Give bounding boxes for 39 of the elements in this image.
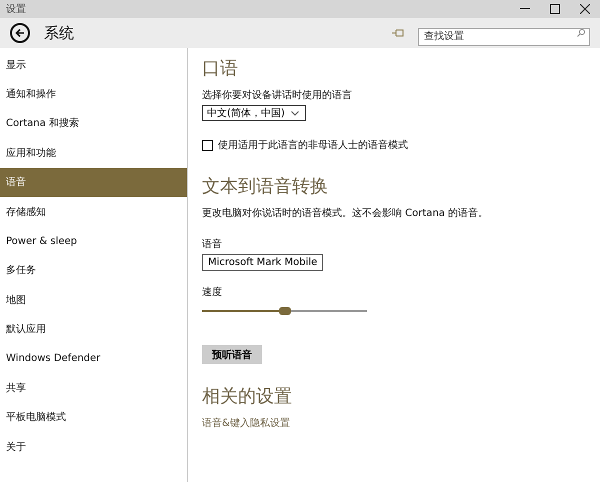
back-arrow-icon [15,28,25,38]
search-field[interactable]: 查找设置 [418,28,590,46]
maximize-icon [550,4,560,14]
minimize-icon [520,8,530,10]
sidebar-item[interactable]: Power & sleep [0,226,187,256]
sidebar-item[interactable]: 语音 [0,168,187,197]
description-text: 更改电脑对你说话时的语音模式。这不会影响 Cortana 的语音。 [202,206,488,220]
privacy-settings-link[interactable]: 语音&键入隐私设置 [202,416,290,430]
section-title: 相关的设置 [202,385,292,408]
sidebar-item[interactable]: 多任务 [0,256,187,286]
sidebar-item[interactable]: 默认应用 [0,314,187,344]
back-button[interactable] [10,23,30,43]
sidebar-item[interactable]: 存储感知 [0,196,187,226]
sidebar-item[interactable]: 关于 [0,432,187,462]
voice-dropdown[interactable]: Microsoft Mark Mobile [202,254,324,271]
sidebar-item[interactable]: 地图 [0,285,187,315]
chevron-icon [291,110,299,116]
checkbox-label: 使用适用于此语言的非母语人士的语音模式 [218,138,408,152]
window-title: 设置 [6,2,27,16]
preview-voice-button[interactable]: 预听语音 [202,345,262,364]
slider-thumb[interactable] [278,307,290,315]
language-label: 选择你要对设备讲话时使用的语言 [202,88,352,102]
sidebar-item[interactable]: Cortana 和搜索 [0,108,187,138]
voice-label: 语音 [202,238,222,251]
language-dropdown[interactable]: 中文(简体，中国) [202,105,306,121]
sidebar-item[interactable]: 显示 [0,50,187,80]
section-title: 口语 [202,57,238,80]
pin-icon[interactable] [392,29,404,37]
sidebar-item[interactable]: 应用和功能 [0,138,187,168]
close-icon [580,4,590,14]
sidebar-item[interactable]: Windows Defender [0,344,187,374]
sidebar-item[interactable]: 通知和操作 [0,79,187,109]
page-title: 系统 [44,24,75,42]
section-title: 文本到语音转换 [202,175,328,198]
sidebar-item[interactable]: 共享 [0,373,187,403]
checkbox[interactable] [202,140,213,150]
sidebar-item[interactable]: 平板电脑模式 [0,402,187,432]
search-icon [577,29,585,37]
speed-label: 速度 [202,286,222,299]
